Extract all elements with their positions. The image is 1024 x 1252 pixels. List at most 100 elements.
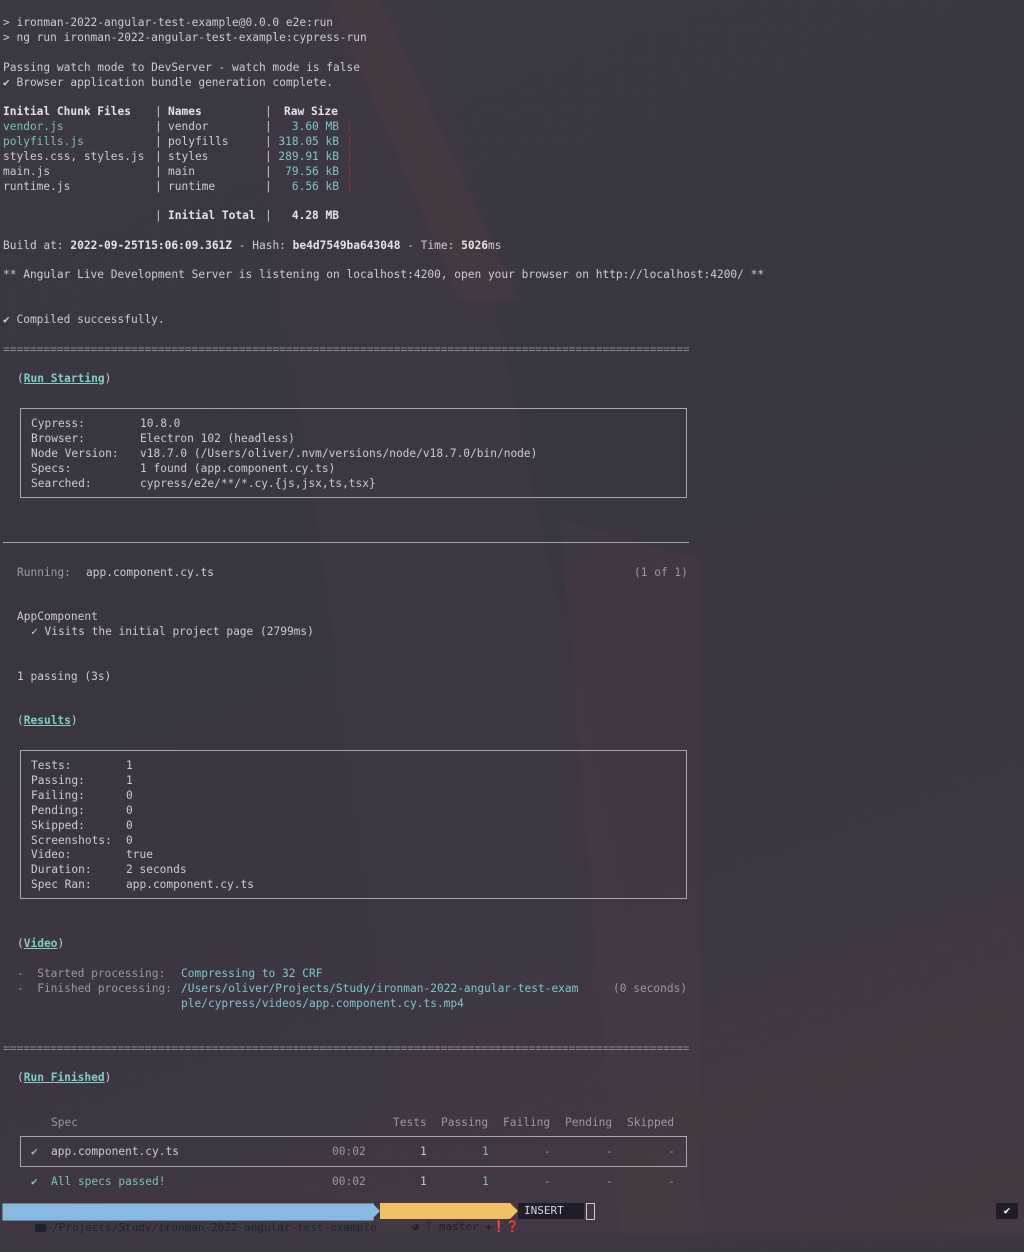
test-result: ✓ Visits the initial project page (2799m… [31,625,314,638]
chunk-sep: | [155,180,162,193]
git-segment: ◕ ᚠ master ✚❗❓ [380,1203,519,1233]
build-hash-value: be4d7549ba643048 [292,239,401,252]
result-value: 0 [126,789,133,802]
suite-name: AppComponent [17,610,98,623]
chunk-sep: | [346,180,353,193]
summary-skipped: - [668,1175,675,1188]
video-path-cont: ple/cypress/videos/app.component.cy.ts.m… [181,997,464,1010]
chunk-size: 289.91 kB [278,150,339,163]
run-key: Searched: [31,477,92,490]
col-header-failing: Failing [503,1116,551,1129]
separator-1: ========================================… [3,343,689,356]
build-hash-label: - Hash: [232,239,286,252]
col-header-spec: Spec [51,1116,78,1129]
summary-pending: - [606,1175,613,1188]
run-key: Browser: [31,432,85,445]
run-starting-title: Run Starting [23,372,105,385]
chunk-sep: | [346,135,353,148]
run-finished-heading: (Run Finished) [17,1071,112,1084]
result-key: Spec Ran: [31,878,92,891]
build-at-label: Build at: [3,239,64,252]
row-spec: app.component.cy.ts [51,1145,179,1158]
chunk-name: runtime [168,180,216,193]
chunk-file: vendor.js [3,120,64,133]
chunk-sep: | [155,165,162,178]
col-header-tests: Tests [393,1116,427,1129]
result-value: 0 [126,819,133,832]
video-heading: (Video) [17,937,65,950]
chunk-sep: | [346,165,353,178]
run-value: cypress/e2e/**/*.cy.{js,jsx,ts,tsx} [140,477,376,490]
devserver-line: Passing watch mode to DevServer - watch … [3,61,360,74]
run-value: v18.7.0 (/Users/oliver/.nvm/versions/nod… [140,447,538,460]
chunk-total-sep: | [155,209,162,222]
status-check-icon: ✔ [996,1203,1018,1219]
github-icon: ◕ [412,1220,420,1233]
check-icon: ✔ [31,1145,38,1158]
run-finished-title: Run Finished [23,1071,105,1084]
results-title: Results [23,714,71,727]
video-path: /Users/oliver/Projects/Study/ironman-202… [181,982,579,995]
check-icon: ✔ [31,1175,38,1188]
compiled-message: ✔ Compiled successfully. [3,313,165,326]
results-heading: (Results) [17,714,78,727]
passing-summary: 1 passing (3s) [17,670,112,683]
running-spec: app.component.cy.ts [86,566,214,579]
bundle-complete-line: ✔ Browser application bundle generation … [3,76,334,89]
chunk-sep: | [346,120,353,133]
run-value: 1 found (app.component.cy.ts) [140,462,336,475]
result-value: 1 [126,774,133,787]
build-at-value: 2022-09-25T15:06:09.361Z [70,239,233,252]
chunk-sep: | [265,150,272,163]
col-header-skipped: Skipped [627,1116,675,1129]
chunk-sep: | [346,150,353,163]
chunk-name: styles [168,150,209,163]
result-key: Skipped: [31,819,85,832]
result-key: Tests: [31,759,72,772]
video-started-label: - Started processing: [17,967,166,980]
chunk-size: 79.56 kB [285,165,339,178]
build-info: Build at: 2022-09-25T15:06:09.361Z - Has… [3,238,502,253]
command-line-2: > ng run ironman-2022-angular-test-examp… [3,31,367,44]
text-cursor[interactable] [586,1203,595,1220]
result-value: app.component.cy.ts [126,878,254,891]
chunk-header-names: Names [168,105,202,118]
row-skipped: - [668,1145,675,1158]
chunk-total-value: 4.28 MB [291,209,339,222]
summary-time: 00:02 [332,1175,366,1188]
row-tests: 1 [420,1145,427,1158]
powerline-arrow-1 [372,1203,380,1219]
chunk-header-size: Raw Size [284,105,338,118]
result-value: true [126,848,153,861]
video-title: Video [23,937,58,950]
chunk-size: 6.56 kB [291,180,339,193]
result-key: Pending: [31,804,85,817]
vi-mode-indicator: INSERT [518,1203,584,1219]
result-key: Duration: [31,863,92,876]
chunk-name: polyfills [168,135,229,148]
result-value: 0 [126,804,133,817]
row-passing: 1 [482,1145,489,1158]
chunk-total-label: Initial Total [168,209,256,222]
git-status-flags: ✚❗❓ [485,1220,520,1233]
folder-icon [34,1224,46,1232]
build-time-unit: ms [488,239,502,252]
powerline-arrow-2 [510,1203,518,1219]
chunk-header-sep2: | [265,105,272,118]
chunk-sep: | [155,135,162,148]
result-key: Failing: [31,789,85,802]
col-header-pending: Pending [565,1116,613,1129]
summary-tests: 1 [420,1175,427,1188]
shell-prompt: ~/Projects/Study/ironman-2022-angular-te… [0,1201,1024,1234]
col-header-passing: Passing [441,1116,489,1129]
running-count: (1 of 1) [634,566,688,579]
chunk-sep: | [265,120,272,133]
build-time-value: 5026 [461,239,489,252]
server-message: ** Angular Live Development Server is li… [3,268,765,281]
paren-close: ) [104,372,112,385]
chunk-sep: | [155,150,162,163]
result-value: 0 [126,834,133,847]
chunk-sep: | [265,135,272,148]
run-key: Specs: [31,462,72,475]
chunk-total-sep2: | [265,209,272,222]
